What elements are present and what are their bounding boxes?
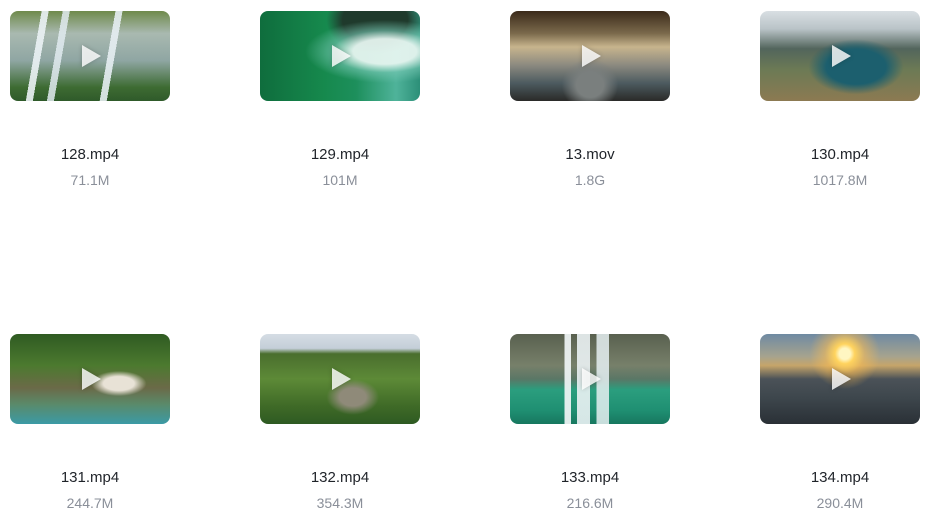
video-thumbnail[interactable]	[10, 334, 170, 424]
file-name: 131.mp4	[60, 469, 120, 486]
play-icon[interactable]	[582, 368, 601, 390]
video-thumbnail[interactable]	[10, 11, 170, 101]
video-card-128[interactable]: 128.mp4 71.1M	[0, 0, 170, 200]
play-icon[interactable]	[582, 45, 601, 67]
video-thumbnail[interactable]	[760, 11, 920, 101]
video-card-134[interactable]: 134.mp4 290.4M	[750, 323, 920, 523]
video-thumbnail[interactable]	[260, 334, 420, 424]
file-size: 290.4M	[816, 495, 864, 511]
video-card-130[interactable]: 130.mp4 1017.8M	[750, 0, 920, 200]
file-size: 1017.8M	[812, 172, 868, 188]
file-name: 128.mp4	[60, 146, 120, 163]
play-icon[interactable]	[82, 45, 101, 67]
play-icon[interactable]	[832, 45, 851, 67]
video-card-132[interactable]: 132.mp4 354.3M	[250, 323, 420, 523]
file-size: 244.7M	[66, 495, 114, 511]
file-name: 130.mp4	[810, 146, 870, 163]
file-name: 132.mp4	[310, 469, 370, 486]
video-thumbnail[interactable]	[760, 334, 920, 424]
video-card-131[interactable]: 131.mp4 244.7M	[0, 323, 170, 523]
file-size: 1.8G	[574, 172, 606, 188]
video-card-13[interactable]: 13.mov 1.8G	[500, 0, 670, 200]
file-name: 133.mp4	[560, 469, 620, 486]
file-name: 13.mov	[565, 146, 615, 163]
play-icon[interactable]	[332, 45, 351, 67]
video-thumbnail[interactable]	[510, 334, 670, 424]
file-name: 134.mp4	[810, 469, 870, 486]
play-icon[interactable]	[332, 368, 351, 390]
play-icon[interactable]	[832, 368, 851, 390]
video-file-grid: 128.mp4 71.1M 129.mp4 101M 13.mov 1.8G 1…	[0, 0, 930, 517]
video-card-133[interactable]: 133.mp4 216.6M	[500, 323, 670, 523]
file-name: 129.mp4	[310, 146, 370, 163]
video-thumbnail[interactable]	[260, 11, 420, 101]
file-size: 71.1M	[70, 172, 110, 188]
file-size: 216.6M	[566, 495, 614, 511]
file-size: 101M	[322, 172, 358, 188]
video-thumbnail[interactable]	[510, 11, 670, 101]
play-icon[interactable]	[82, 368, 101, 390]
video-card-129[interactable]: 129.mp4 101M	[250, 0, 420, 200]
file-size: 354.3M	[316, 495, 364, 511]
